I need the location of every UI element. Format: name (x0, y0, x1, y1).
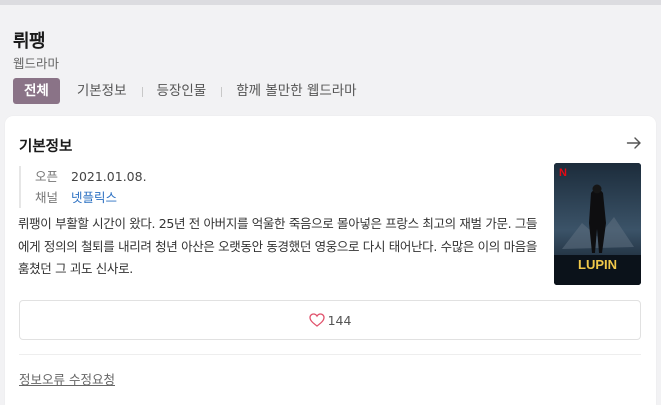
heart-icon (308, 313, 325, 327)
open-label: 오픈 (35, 169, 59, 184)
divider (19, 354, 641, 355)
tab-basic-info[interactable]: 기본정보 (62, 78, 142, 104)
poster-image[interactable]: N LUPIN (554, 163, 641, 285)
basic-info-card: 기본정보 오픈 2021.01.08. 채널 넷플릭스 뤼팽이 부활할 시간이 … (5, 116, 656, 405)
meta-list: 오픈 2021.01.08. 채널 넷플릭스 (19, 166, 147, 208)
like-count: 144 (327, 312, 352, 328)
description: 뤼팽이 부활할 시간이 왔다. 25년 전 아버지를 억울한 죽음으로 몰아넣은… (18, 216, 538, 276)
genre-label: 웹드라마 (13, 56, 60, 71)
meta-row-open: 오픈 2021.01.08. (35, 166, 147, 187)
arrow-right-icon[interactable] (626, 135, 642, 151)
channel-label: 채널 (35, 190, 59, 205)
tab-bar: 전체 기본정보 등장인물 함께 볼만한 웹드라마 (13, 78, 372, 104)
open-date: 2021.01.08. (71, 169, 147, 184)
section-title: 기본정보 (19, 139, 73, 155)
report-error-link[interactable]: 정보오류 수정요청 (19, 369, 115, 388)
like-button[interactable]: 144 (19, 300, 641, 340)
tab-recommended[interactable]: 함께 볼만한 웹드라마 (221, 78, 371, 104)
page-header: 뤼팽 웹드라마 전체 기본정보 등장인물 함께 볼만한 웹드라마 (0, 5, 661, 115)
netflix-logo: N (559, 167, 567, 179)
poster-logo-text: LUPIN (578, 257, 617, 272)
tab-all[interactable]: 전체 (13, 78, 60, 104)
tab-characters[interactable]: 등장인물 (141, 78, 222, 104)
meta-row-channel: 채널 넷플릭스 (35, 187, 147, 208)
page-title: 뤼팽 (13, 31, 46, 52)
channel-link[interactable]: 넷플릭스 (71, 187, 117, 208)
